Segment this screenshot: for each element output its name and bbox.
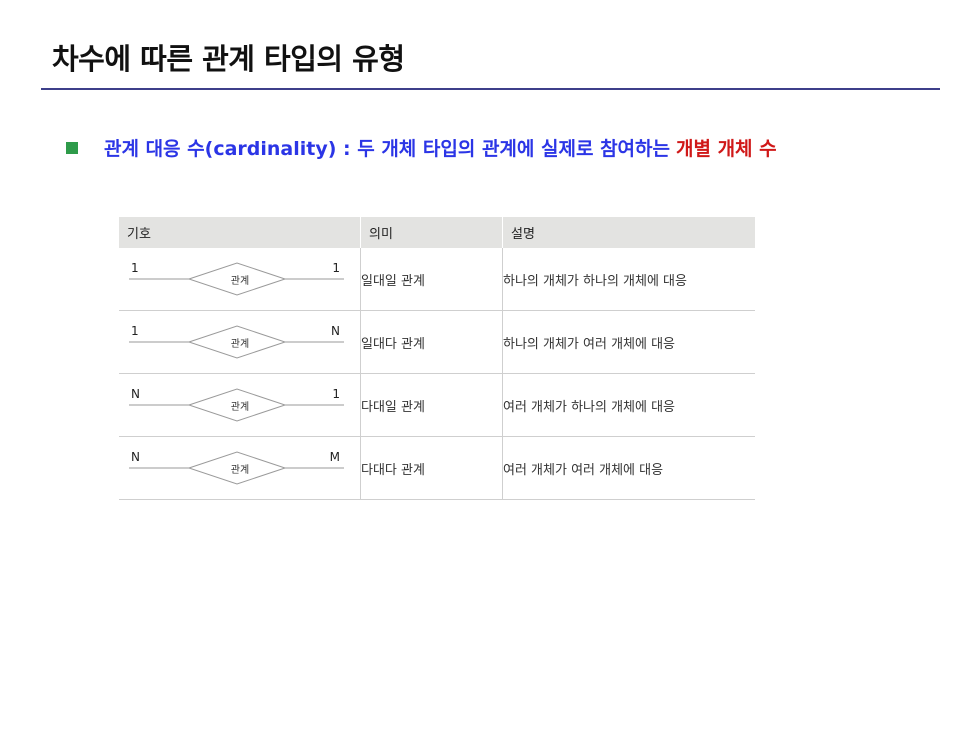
relationship-symbol: N 1 관계 bbox=[119, 374, 352, 436]
description-cell: 여러 개체가 여러 개체에 대응 bbox=[502, 436, 755, 500]
table-row: N 1 관계 다대일 관계 여러 개체가 하나의 개체에 대응 bbox=[119, 373, 755, 437]
left-cardinality: 1 bbox=[131, 324, 139, 338]
relationship-label: 관계 bbox=[230, 465, 250, 476]
meaning-cell: 일대일 관계 bbox=[360, 248, 503, 311]
square-bullet-icon bbox=[66, 141, 78, 154]
left-cardinality: 1 bbox=[131, 261, 139, 275]
relationship-label: 관계 bbox=[230, 402, 250, 413]
relationship-symbol: N M 관계 bbox=[119, 437, 352, 499]
relationship-symbol: 1 N 관계 bbox=[119, 311, 352, 373]
relationship-label: 관계 bbox=[230, 339, 250, 350]
right-cardinality: N bbox=[331, 324, 340, 338]
description-cell: 하나의 개체가 하나의 개체에 대응 bbox=[502, 248, 755, 311]
bullet-accent-text: 개별 개체 수 bbox=[676, 138, 777, 160]
left-cardinality: N bbox=[131, 387, 140, 401]
cardinality-table: 기호 의미 설명 1 1 관계 일대일 관계 하나의 개체가 하나의 개체에 대… bbox=[119, 217, 755, 500]
bullet-main-text: 관계 대응 수(cardinality) : 두 개체 타입의 관계에 실제로 … bbox=[104, 138, 670, 160]
page-title: 차수에 따른 관계 타입의 유형 bbox=[52, 42, 405, 76]
title-divider bbox=[41, 88, 940, 90]
description-cell: 여러 개체가 하나의 개체에 대응 bbox=[502, 373, 755, 437]
header-description: 설명 bbox=[502, 217, 755, 248]
description-cell: 하나의 개체가 여러 개체에 대응 bbox=[502, 310, 755, 374]
right-cardinality: M bbox=[329, 450, 340, 464]
relationship-symbol: 1 1 관계 bbox=[119, 248, 352, 310]
header-symbol: 기호 bbox=[119, 217, 361, 248]
relationship-label: 관계 bbox=[230, 276, 250, 287]
right-cardinality: 1 bbox=[332, 261, 340, 275]
cardinality-bullet: 관계 대응 수(cardinality) : 두 개체 타입의 관계에 실제로 … bbox=[66, 134, 777, 161]
table-row: N M 관계 다대다 관계 여러 개체가 여러 개체에 대응 bbox=[119, 436, 755, 500]
meaning-cell: 다대다 관계 bbox=[360, 436, 503, 500]
table-row: 1 1 관계 일대일 관계 하나의 개체가 하나의 개체에 대응 bbox=[119, 248, 755, 311]
meaning-cell: 일대다 관계 bbox=[360, 310, 503, 374]
table-header-row: 기호 의미 설명 bbox=[119, 217, 755, 248]
meaning-cell: 다대일 관계 bbox=[360, 373, 503, 437]
header-meaning: 의미 bbox=[360, 217, 503, 248]
left-cardinality: N bbox=[131, 450, 140, 464]
table-row: 1 N 관계 일대다 관계 하나의 개체가 여러 개체에 대응 bbox=[119, 310, 755, 374]
right-cardinality: 1 bbox=[332, 387, 340, 401]
